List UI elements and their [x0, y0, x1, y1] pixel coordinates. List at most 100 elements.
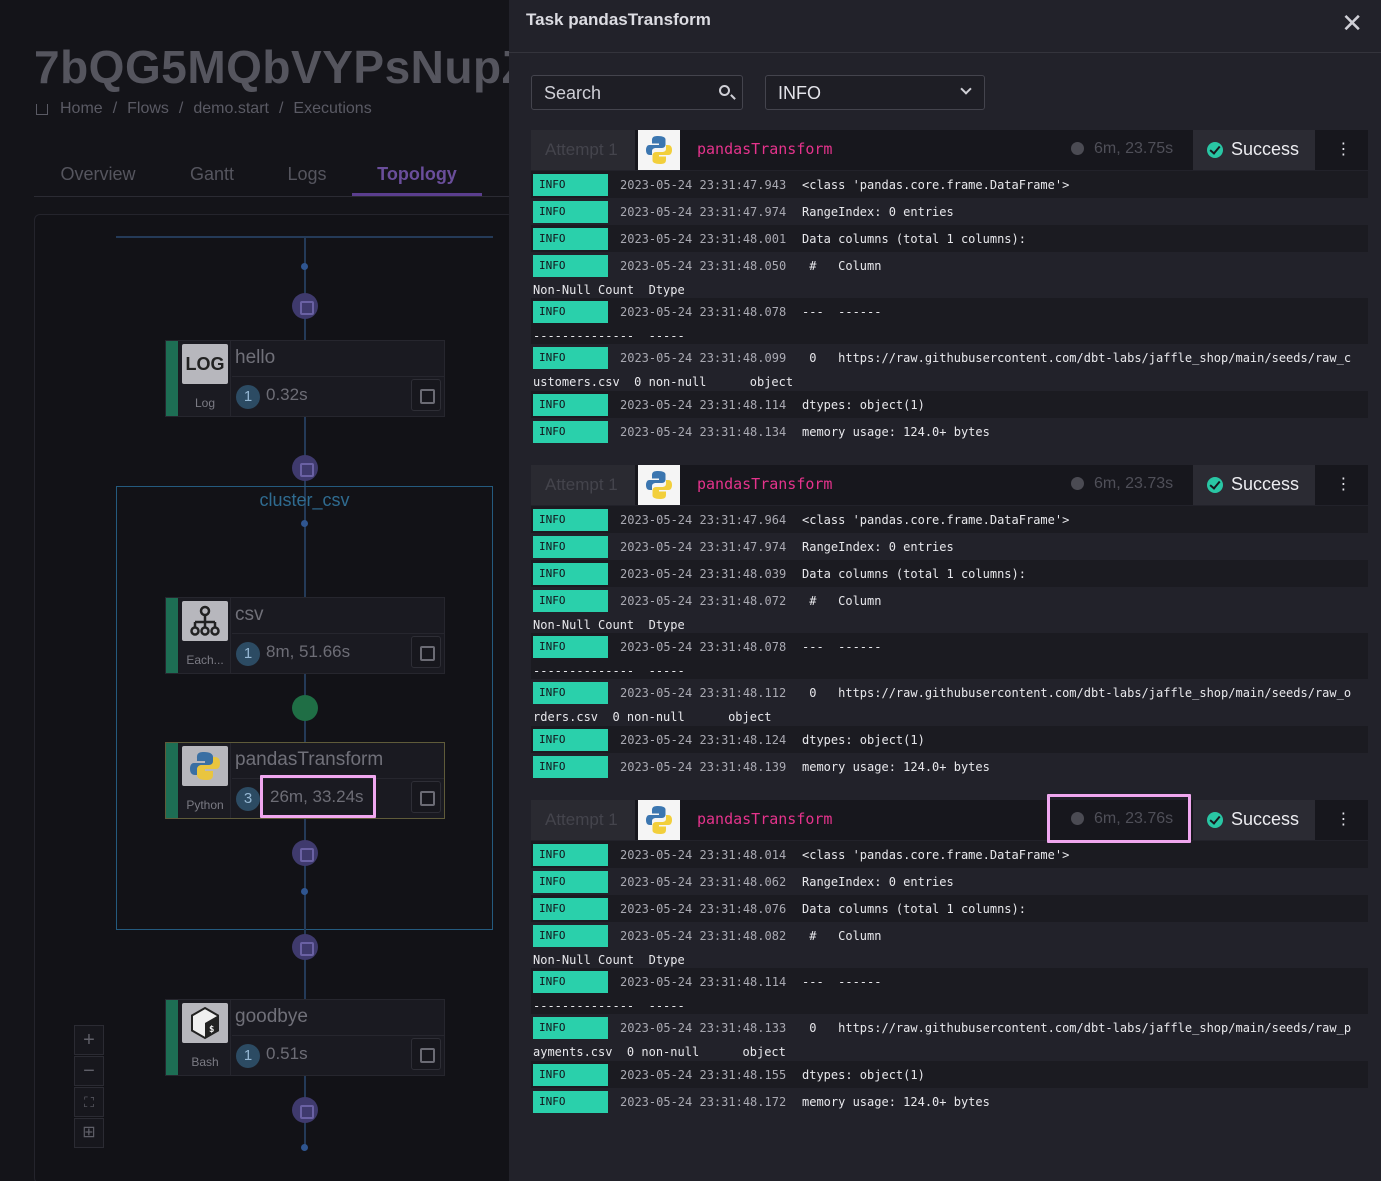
status-label: Success [1231, 139, 1300, 159]
log-level-select[interactable]: INFO [765, 75, 985, 110]
tab-gantt[interactable]: Gantt [162, 160, 262, 196]
execution-page: 7bQG5MQbVYPsNupZ Home / Flows / demo.sta… [0, 0, 509, 1181]
log-line: INFO 2023-05-24 23:31:47.964 <class 'panda… [531, 506, 1368, 533]
task-logs-drawer: Task pandasTransform ✕ Search INFO Attem… [509, 0, 1381, 1181]
log-timestamp: 2023-05-24 23:31:47.974 [620, 540, 787, 554]
log-level-badge: INFO [533, 871, 608, 893]
log-message: 0 https://raw.githubusercontent.com/dbt-… [802, 686, 1352, 700]
toggle-layout-button[interactable]: ⊞ [74, 1118, 104, 1148]
search-placeholder: Search [544, 83, 602, 103]
more-vertical-icon[interactable]: ⋮ [1319, 130, 1368, 170]
graph-junction-icon[interactable] [292, 934, 318, 960]
task-name: pandasTransform [697, 475, 833, 493]
node-duration: 0.32s [266, 385, 308, 404]
node-name: goodbye [235, 1006, 308, 1027]
view-logs-button[interactable] [411, 636, 441, 668]
log-message: dtypes: object(1) [802, 1068, 925, 1082]
view-logs-button[interactable] [411, 379, 441, 411]
log-level-badge: INFO [533, 347, 608, 369]
chevron-down-icon [960, 83, 972, 95]
log-message-continued: -------------- ----- [533, 664, 685, 678]
log-level-badge: INFO [533, 971, 608, 993]
graph-dot [301, 263, 308, 270]
log-line: INFO 2023-05-24 23:31:48.039 Data columns … [531, 560, 1368, 587]
log-message-continued: ustomers.csv 0 non-null object [533, 375, 794, 389]
log-timestamp: 2023-05-24 23:31:48.078 [620, 640, 787, 654]
close-icon[interactable]: ✕ [1341, 8, 1363, 39]
attempt-header: Attempt 1 pandasTransform 6m, 23.76s Succes… [531, 800, 1368, 840]
log-level-value: INFO [778, 83, 821, 103]
clock-icon [1071, 477, 1084, 490]
log-message: --- ------ [802, 640, 882, 654]
zoom-out-button[interactable]: − [74, 1056, 104, 1086]
attempt-button[interactable]: Attempt 1 [531, 130, 635, 170]
attempt-duration: 6m, 23.75s [1094, 140, 1174, 157]
log-message-continued: -------------- ----- [533, 329, 685, 343]
search-input[interactable]: Search [531, 75, 743, 110]
log-level-badge: INFO [533, 301, 608, 323]
log-timestamp: 2023-05-24 23:31:48.078 [620, 305, 787, 319]
python-icon [638, 130, 680, 170]
log-line: INFO 2023-05-24 23:31:48.076 Data columns … [531, 895, 1368, 922]
attempt-count-badge: 1 [236, 385, 260, 409]
view-logs-button[interactable] [411, 781, 441, 813]
status-label: Success [1231, 474, 1300, 494]
check-circle-icon [1207, 477, 1223, 493]
task-node-hello[interactable]: LOG Log hello 1 0.32s [165, 340, 445, 417]
tab-overview[interactable]: Overview [34, 160, 162, 196]
log-message: 0 https://raw.githubusercontent.com/dbt-… [802, 351, 1352, 365]
log-line: INFO 2023-05-24 23:31:48.112 0 https://ra… [531, 679, 1368, 727]
log-message: RangeIndex: 0 entries [802, 540, 954, 554]
log-timestamp: 2023-05-24 23:31:47.943 [620, 178, 787, 192]
log-timestamp: 2023-05-24 23:31:47.964 [620, 513, 787, 527]
log-message: <class 'pandas.core.frame.DataFrame'> [802, 848, 1070, 862]
tab-topology[interactable]: Topology [352, 160, 482, 196]
log-level-badge: INFO [533, 394, 608, 416]
node-type-label: Each... [186, 653, 224, 667]
task-node-goodbye[interactable]: $ Bash goodbye 1 0.51s [165, 999, 445, 1076]
cluster-label: cluster_csv [259, 490, 350, 510]
log-level-badge: INFO [533, 1091, 608, 1113]
log-level-badge: INFO [533, 1064, 608, 1086]
check-circle-icon [1207, 812, 1223, 828]
graph-junction-icon[interactable] [292, 1097, 318, 1123]
python-icon [182, 746, 228, 786]
log-message: 0 https://raw.githubusercontent.com/dbt-… [802, 1021, 1352, 1035]
task-node-csv[interactable]: Each... csv 1 8m, 51.66s [165, 597, 445, 674]
log-line: INFO 2023-05-24 23:31:48.155 dtypes: objec… [531, 1061, 1368, 1088]
node-type-label: Log [194, 396, 216, 410]
drawer-title: Task pandasTransform [526, 10, 711, 29]
graph-junction-icon[interactable] [292, 840, 318, 866]
attempt-button[interactable]: Attempt 1 [531, 800, 635, 840]
home-icon[interactable] [36, 103, 48, 115]
more-vertical-icon[interactable]: ⋮ [1319, 800, 1368, 840]
log-message: Data columns (total 1 columns): [802, 567, 1026, 581]
log-message: memory usage: 124.0+ bytes [802, 760, 990, 774]
log-level-badge: INFO [533, 201, 608, 223]
log-message: # Column [802, 259, 882, 273]
tab-logs[interactable]: Logs [262, 160, 352, 196]
view-logs-button[interactable] [411, 1038, 441, 1070]
status-badge: Success [1193, 130, 1315, 170]
log-message: # Column [802, 594, 882, 608]
graph-junction-icon[interactable] [292, 293, 318, 319]
highlight-box [1047, 794, 1191, 843]
attempt-button[interactable]: Attempt 1 [531, 465, 635, 505]
log-message-continued: Non-Null Count Dtype [533, 953, 685, 967]
breadcrumb-flows[interactable]: Flows [127, 100, 169, 118]
attempt-duration: 6m, 23.73s [1094, 475, 1174, 492]
zoom-in-button[interactable]: + [74, 1025, 104, 1055]
more-vertical-icon[interactable]: ⋮ [1319, 465, 1368, 505]
breadcrumb-flow[interactable]: demo.start [193, 100, 269, 118]
log-level-badge: INFO [533, 898, 608, 920]
fit-view-button[interactable]: ⛶ [74, 1087, 104, 1117]
task-name: pandasTransform [697, 140, 833, 158]
graph-junction-icon[interactable] [292, 455, 318, 481]
breadcrumb-home[interactable]: Home [60, 100, 103, 118]
log-level-badge: INFO [533, 729, 608, 751]
log-level-badge: INFO [533, 682, 608, 704]
log-line: INFO 2023-05-24 23:31:48.133 0 https://ra… [531, 1014, 1368, 1062]
node-name: pandasTransform [235, 749, 384, 770]
breadcrumb-executions[interactable]: Executions [293, 100, 371, 118]
log-timestamp: 2023-05-24 23:31:48.124 [620, 733, 787, 747]
